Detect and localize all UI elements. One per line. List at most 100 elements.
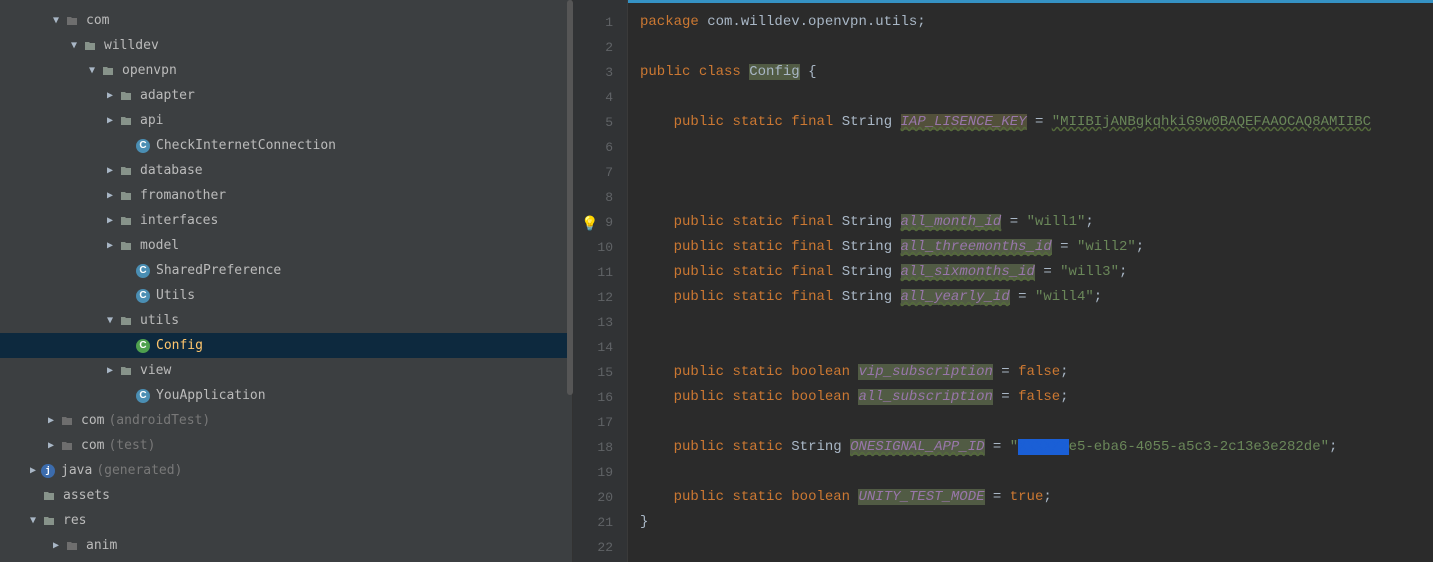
tree-label: assets — [63, 488, 110, 503]
folder-icon — [118, 113, 134, 129]
expand-arrow[interactable]: ▼ — [25, 515, 41, 526]
tree-item-com[interactable]: ▼ com — [0, 8, 572, 33]
expand-arrow[interactable]: ▶ — [102, 90, 118, 101]
folder-icon — [41, 513, 57, 529]
tree-item-com[interactable]: ▶ com (androidTest) — [0, 408, 572, 433]
tree-label: Config — [156, 338, 203, 353]
tree-item-utils[interactable]: ▼ utils — [0, 308, 572, 333]
expand-arrow[interactable]: ▼ — [84, 65, 100, 76]
line-number: 20 — [573, 485, 613, 510]
folder-icon — [118, 363, 134, 379]
folder-icon — [41, 488, 57, 504]
code-editor[interactable]: 123456789💡10111213141516171819202122 pac… — [573, 0, 1433, 562]
expand-arrow[interactable]: ▶ — [43, 415, 59, 426]
class-icon: C — [136, 264, 150, 278]
tree-label: anim — [86, 538, 117, 553]
tree-item-interfaces[interactable]: ▶interfaces — [0, 208, 572, 233]
expand-arrow[interactable]: ▼ — [66, 40, 82, 51]
tree-item-res[interactable]: ▼ res — [0, 508, 572, 533]
tree-label: view — [140, 363, 171, 378]
line-number: 22 — [573, 535, 613, 560]
line-number: 15 — [573, 360, 613, 385]
expand-arrow[interactable]: ▶ — [102, 215, 118, 226]
tree-label: database — [140, 163, 203, 178]
line-number: 14 — [573, 335, 613, 360]
line-number: 13 — [573, 310, 613, 335]
expand-arrow[interactable]: ▶ — [102, 115, 118, 126]
tree-item-assets[interactable]: assets — [0, 483, 572, 508]
tree-item-database[interactable]: ▶ database — [0, 158, 572, 183]
folder-icon — [118, 213, 134, 229]
expand-arrow[interactable]: ▶ — [102, 365, 118, 376]
expand-arrow[interactable]: ▶ — [43, 440, 59, 451]
tree-label: utils — [140, 313, 179, 328]
tree-label: model — [140, 238, 179, 253]
folder-icon — [59, 438, 75, 454]
line-number: 3 — [573, 60, 613, 85]
tree-label: adapter — [140, 88, 195, 103]
tree-item-fromanother[interactable]: ▶fromanother — [0, 183, 572, 208]
tree-item-willdev[interactable]: ▼willdev — [0, 33, 572, 58]
tree-item-com[interactable]: ▶ com (test) — [0, 433, 572, 458]
tree-item-view[interactable]: ▶ view — [0, 358, 572, 383]
expand-arrow[interactable]: ▼ — [48, 15, 64, 26]
tree-item-anim[interactable]: ▶ anim — [0, 533, 572, 558]
class-icon: C — [136, 389, 150, 403]
expand-arrow[interactable]: ▶ — [102, 165, 118, 176]
tree-label: java — [61, 463, 92, 478]
line-number: 9💡 — [573, 210, 613, 235]
class-icon: C — [136, 339, 150, 353]
tree-label: com — [81, 413, 104, 428]
code-area[interactable]: package com.willdev.openvpn.utils; publi… — [628, 0, 1433, 562]
tree-item-youapplication[interactable]: CYouApplication — [0, 383, 572, 408]
project-tree[interactable]: ▼com▼willdev▼openvpn▶adapter▶apiCCheckIn… — [0, 0, 573, 562]
java-gen-icon: j — [41, 464, 55, 478]
tree-label: openvpn — [122, 63, 177, 78]
expand-arrow[interactable]: ▶ — [48, 540, 64, 551]
tree-item-openvpn[interactable]: ▼ openvpn — [0, 58, 572, 83]
tree-item-java[interactable]: ▶jjava (generated) — [0, 458, 572, 483]
tree-label: CheckInternetConnection — [156, 138, 336, 153]
line-number: 12 — [573, 285, 613, 310]
tree-label: Utils — [156, 288, 195, 303]
tree-label: com — [86, 13, 109, 28]
tree-item-api[interactable]: ▶ api — [0, 108, 572, 133]
tree-label-suffix: (test) — [108, 438, 155, 453]
line-number: 11 — [573, 260, 613, 285]
folder-icon — [64, 13, 80, 29]
line-number: 17 — [573, 410, 613, 435]
expand-arrow[interactable]: ▼ — [102, 315, 118, 326]
folder-icon — [118, 188, 134, 204]
tree-label: res — [63, 513, 86, 528]
line-number: 8 — [573, 185, 613, 210]
tree-item-adapter[interactable]: ▶ adapter — [0, 83, 572, 108]
expand-arrow[interactable]: ▶ — [102, 240, 118, 251]
folder-icon — [118, 163, 134, 179]
line-number: 4 — [573, 85, 613, 110]
folder-icon — [118, 313, 134, 329]
tree-label: com — [81, 438, 104, 453]
expand-arrow[interactable]: ▶ — [102, 190, 118, 201]
tree-item-model[interactable]: ▶ model — [0, 233, 572, 258]
line-number: 6 — [573, 135, 613, 160]
folder-icon — [118, 88, 134, 104]
line-number: 18 — [573, 435, 613, 460]
tree-item-sharedpreference[interactable]: CSharedPreference — [0, 258, 572, 283]
tree-item-config[interactable]: C Config — [0, 333, 572, 358]
tree-item-checkinternetconnection[interactable]: CCheckInternetConnection — [0, 133, 572, 158]
line-number: 19 — [573, 460, 613, 485]
line-number: 16 — [573, 385, 613, 410]
folder-icon — [59, 413, 75, 429]
folder-icon — [82, 38, 98, 54]
class-icon: C — [136, 289, 150, 303]
tree-item-utils[interactable]: C Utils — [0, 283, 572, 308]
folder-icon — [100, 63, 116, 79]
line-number: 10 — [573, 235, 613, 260]
tree-label-suffix: (androidTest) — [108, 413, 210, 428]
line-gutter: 123456789💡10111213141516171819202122 — [573, 0, 628, 562]
expand-arrow[interactable]: ▶ — [25, 465, 41, 476]
tree-label-suffix: (generated) — [96, 463, 182, 478]
tree-label: api — [140, 113, 163, 128]
folder-icon — [64, 538, 80, 554]
line-number: 2 — [573, 35, 613, 60]
